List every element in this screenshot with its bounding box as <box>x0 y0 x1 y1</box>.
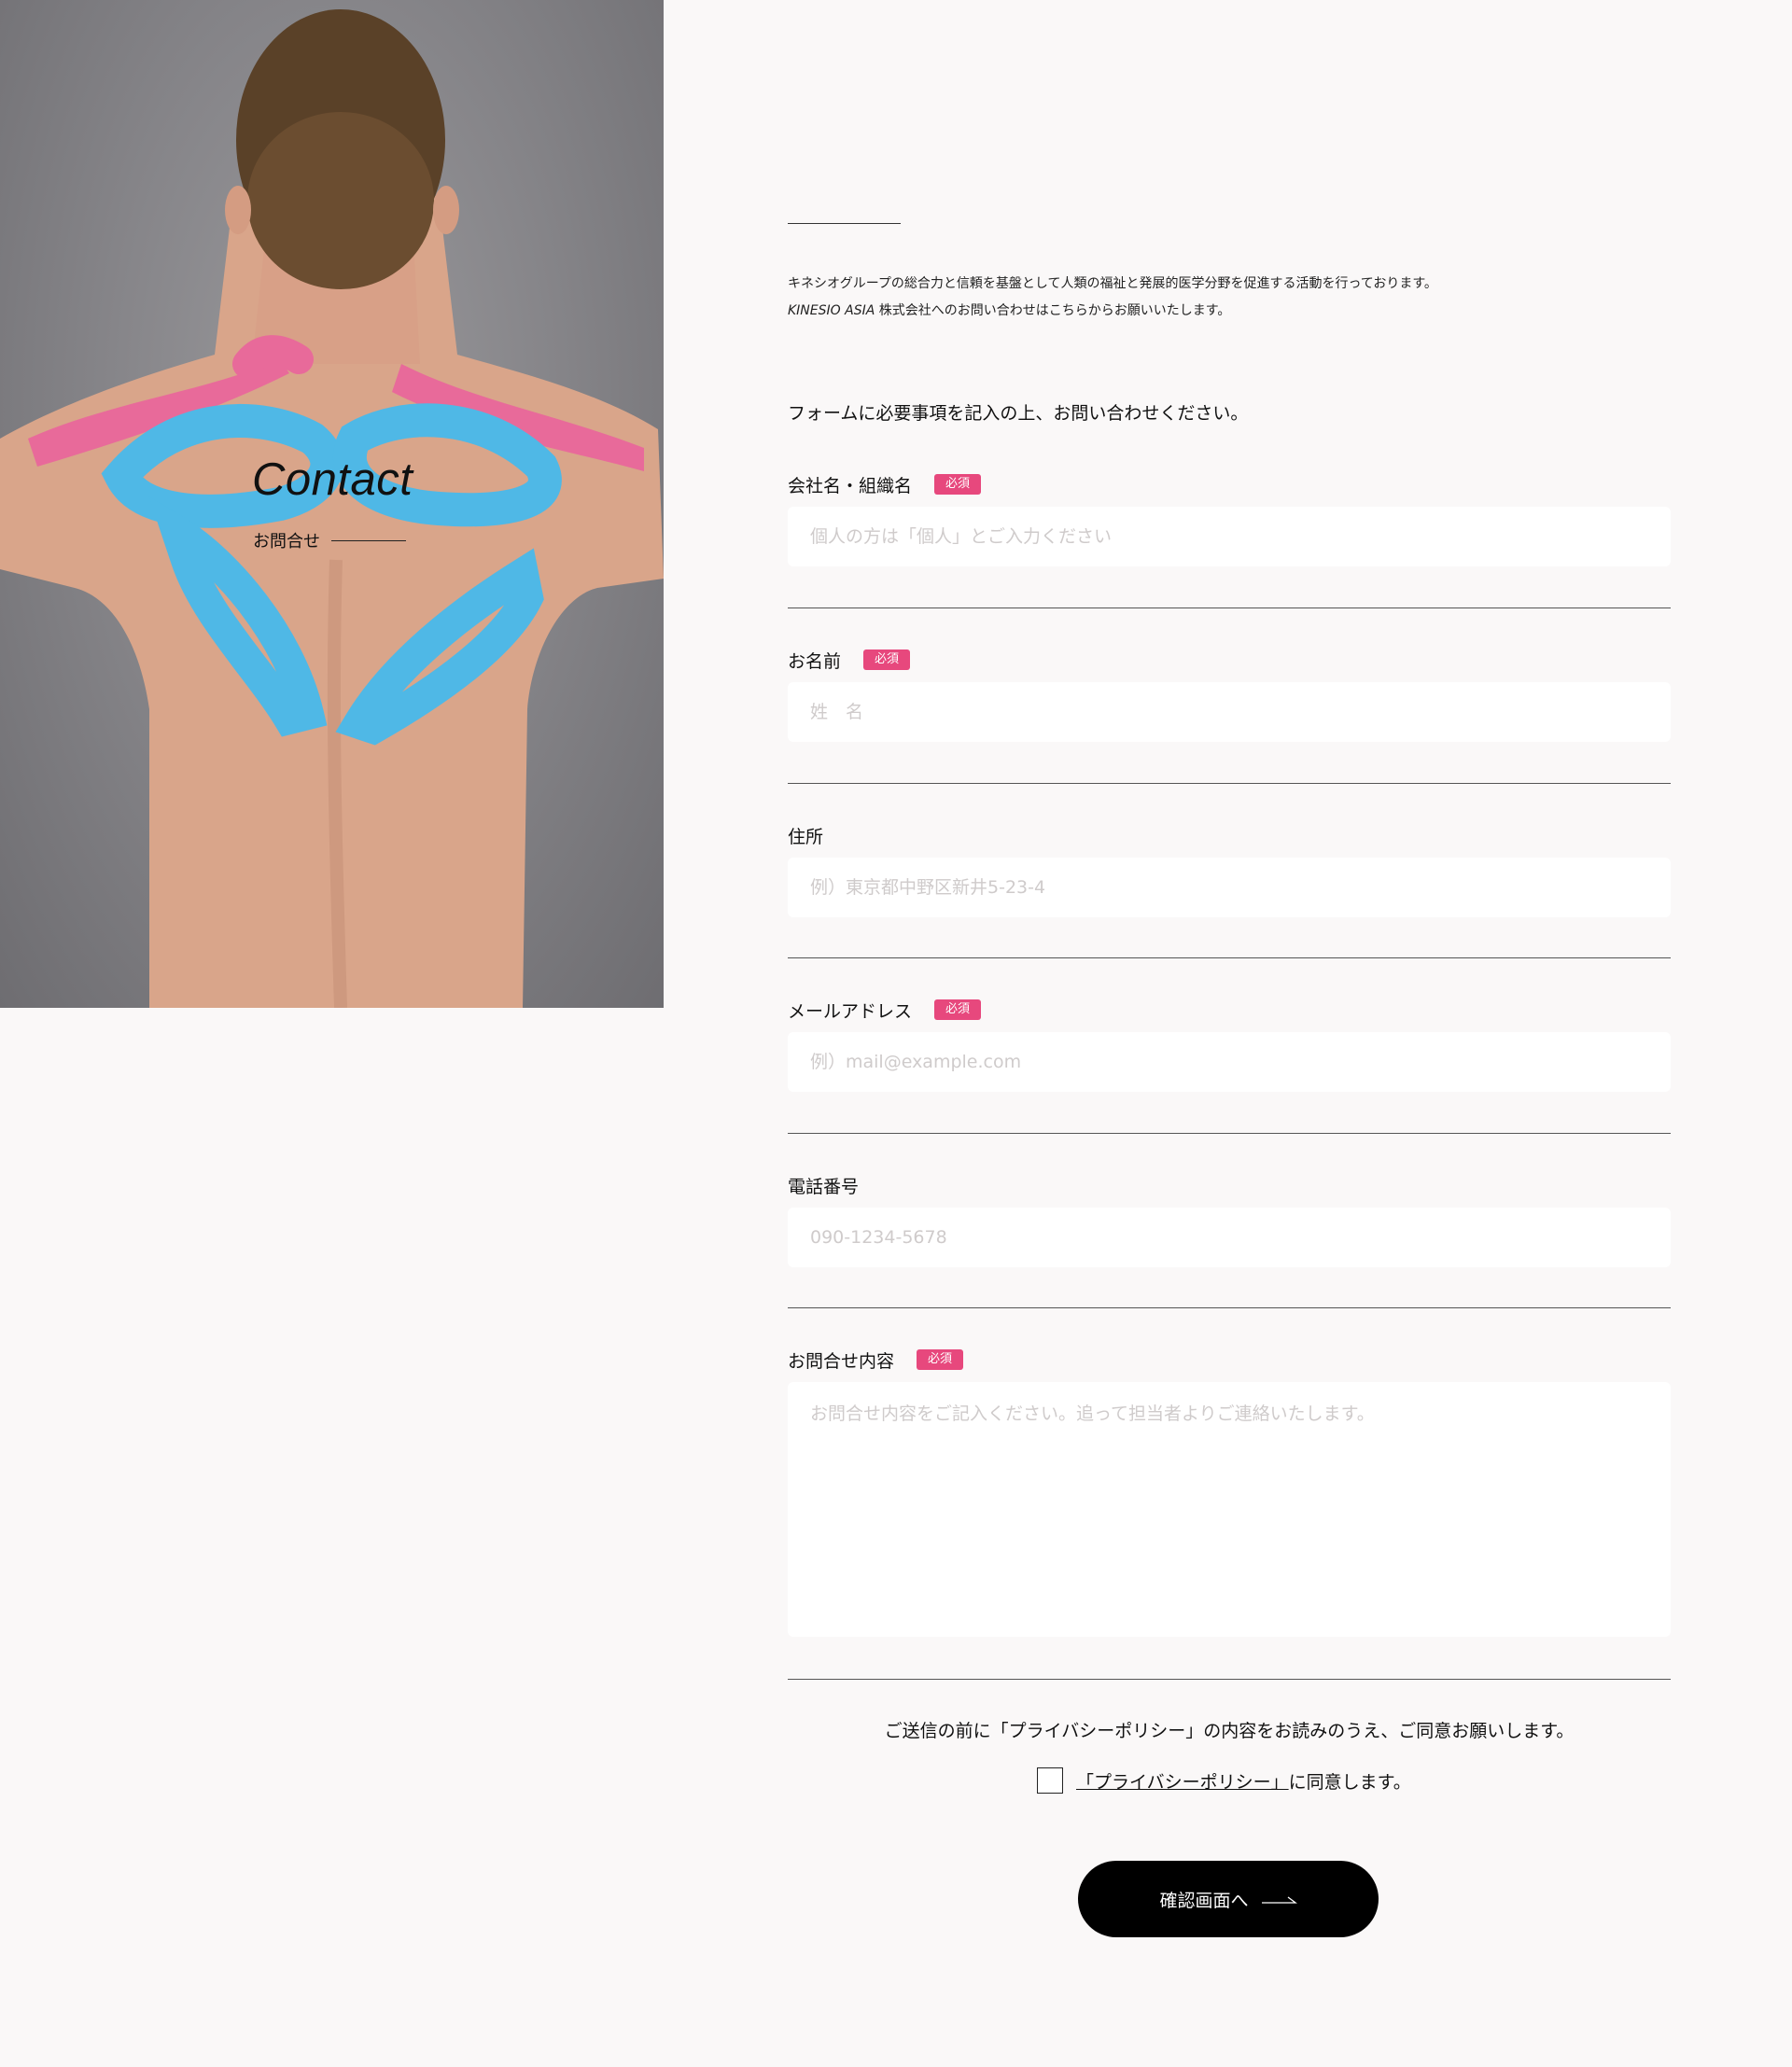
privacy-checkbox[interactable] <box>1037 1767 1063 1794</box>
hero-subtitle: お問合せ <box>253 528 406 552</box>
required-badge: 必須 <box>863 649 911 670</box>
confirm-button[interactable]: 確認画面へ <box>1078 1861 1379 1937</box>
required-badge: 必須 <box>917 1349 964 1370</box>
required-badge: 必須 <box>934 999 982 1020</box>
field-address: 住所 <box>788 824 1671 917</box>
field-phone: 電話番号 <box>788 1174 1671 1267</box>
privacy-notice: ご送信の前に「プライバシーポリシー」の内容をお読みのうえ、ご同意お願いします。 <box>884 1721 1575 1741</box>
brand-name: KINESIO ASIA <box>788 303 875 318</box>
name-label: お名前 <box>788 650 842 672</box>
intro-line-1: キネシオグループの総合力と信頼を基盤として人類の福祉と発展的医学分野を促進する活… <box>788 276 1437 291</box>
address-label: 住所 <box>788 826 824 847</box>
address-input[interactable] <box>788 858 1671 917</box>
hero-subtitle-rule <box>331 539 406 541</box>
hero-title: Contact <box>252 454 413 505</box>
intro-line-2: KINESIO ASIA 株式会社へのお問い合わせはこちらからお願いいたします。 <box>788 298 1437 325</box>
hero-image: Contact お問合せ <box>0 0 664 1008</box>
company-label: 会社名・組織名 <box>788 475 913 496</box>
field-divider <box>788 1307 1671 1308</box>
field-divider <box>788 783 1671 784</box>
hero-subtitle-text: お問合せ <box>253 532 320 552</box>
field-email: メールアドレス 必須 <box>788 999 1671 1092</box>
confirm-button-label: 確認画面へ <box>1159 1890 1249 1911</box>
inquiry-label: お問合せ内容 <box>788 1350 895 1372</box>
company-input[interactable] <box>788 507 1671 566</box>
phone-label: 電話番号 <box>788 1176 860 1197</box>
inquiry-textarea[interactable] <box>788 1382 1671 1637</box>
agree-suffix: に同意します。 <box>1288 1771 1411 1793</box>
field-divider <box>788 1133 1671 1134</box>
phone-input[interactable] <box>788 1208 1671 1267</box>
required-badge: 必須 <box>934 474 982 495</box>
privacy-agree-row: 「プライバシーポリシー」 に同意します。 <box>1037 1767 1411 1794</box>
email-label: メールアドレス <box>788 1000 913 1022</box>
field-inquiry: お問合せ内容 必須 <box>788 1348 1671 1637</box>
field-company: 会社名・組織名 必須 <box>788 473 1671 566</box>
section-rule <box>788 223 901 224</box>
arrow-right-icon <box>1261 1889 1297 1909</box>
intro-text: キネシオグループの総合力と信頼を基盤として人類の福祉と発展的医学分野を促進する活… <box>788 271 1437 325</box>
field-divider <box>788 957 1671 958</box>
name-input[interactable] <box>788 682 1671 742</box>
field-divider <box>788 1679 1671 1680</box>
form-lead: フォームに必要事項を記入の上、お問い合わせください。 <box>788 403 1249 424</box>
privacy-policy-link[interactable]: 「プライバシーポリシー」 <box>1076 1768 1289 1794</box>
intro-line-2-rest: 株式会社へのお問い合わせはこちらからお願いいたします。 <box>875 303 1231 318</box>
email-input[interactable] <box>788 1032 1671 1092</box>
field-name: お名前 必須 <box>788 649 1671 742</box>
